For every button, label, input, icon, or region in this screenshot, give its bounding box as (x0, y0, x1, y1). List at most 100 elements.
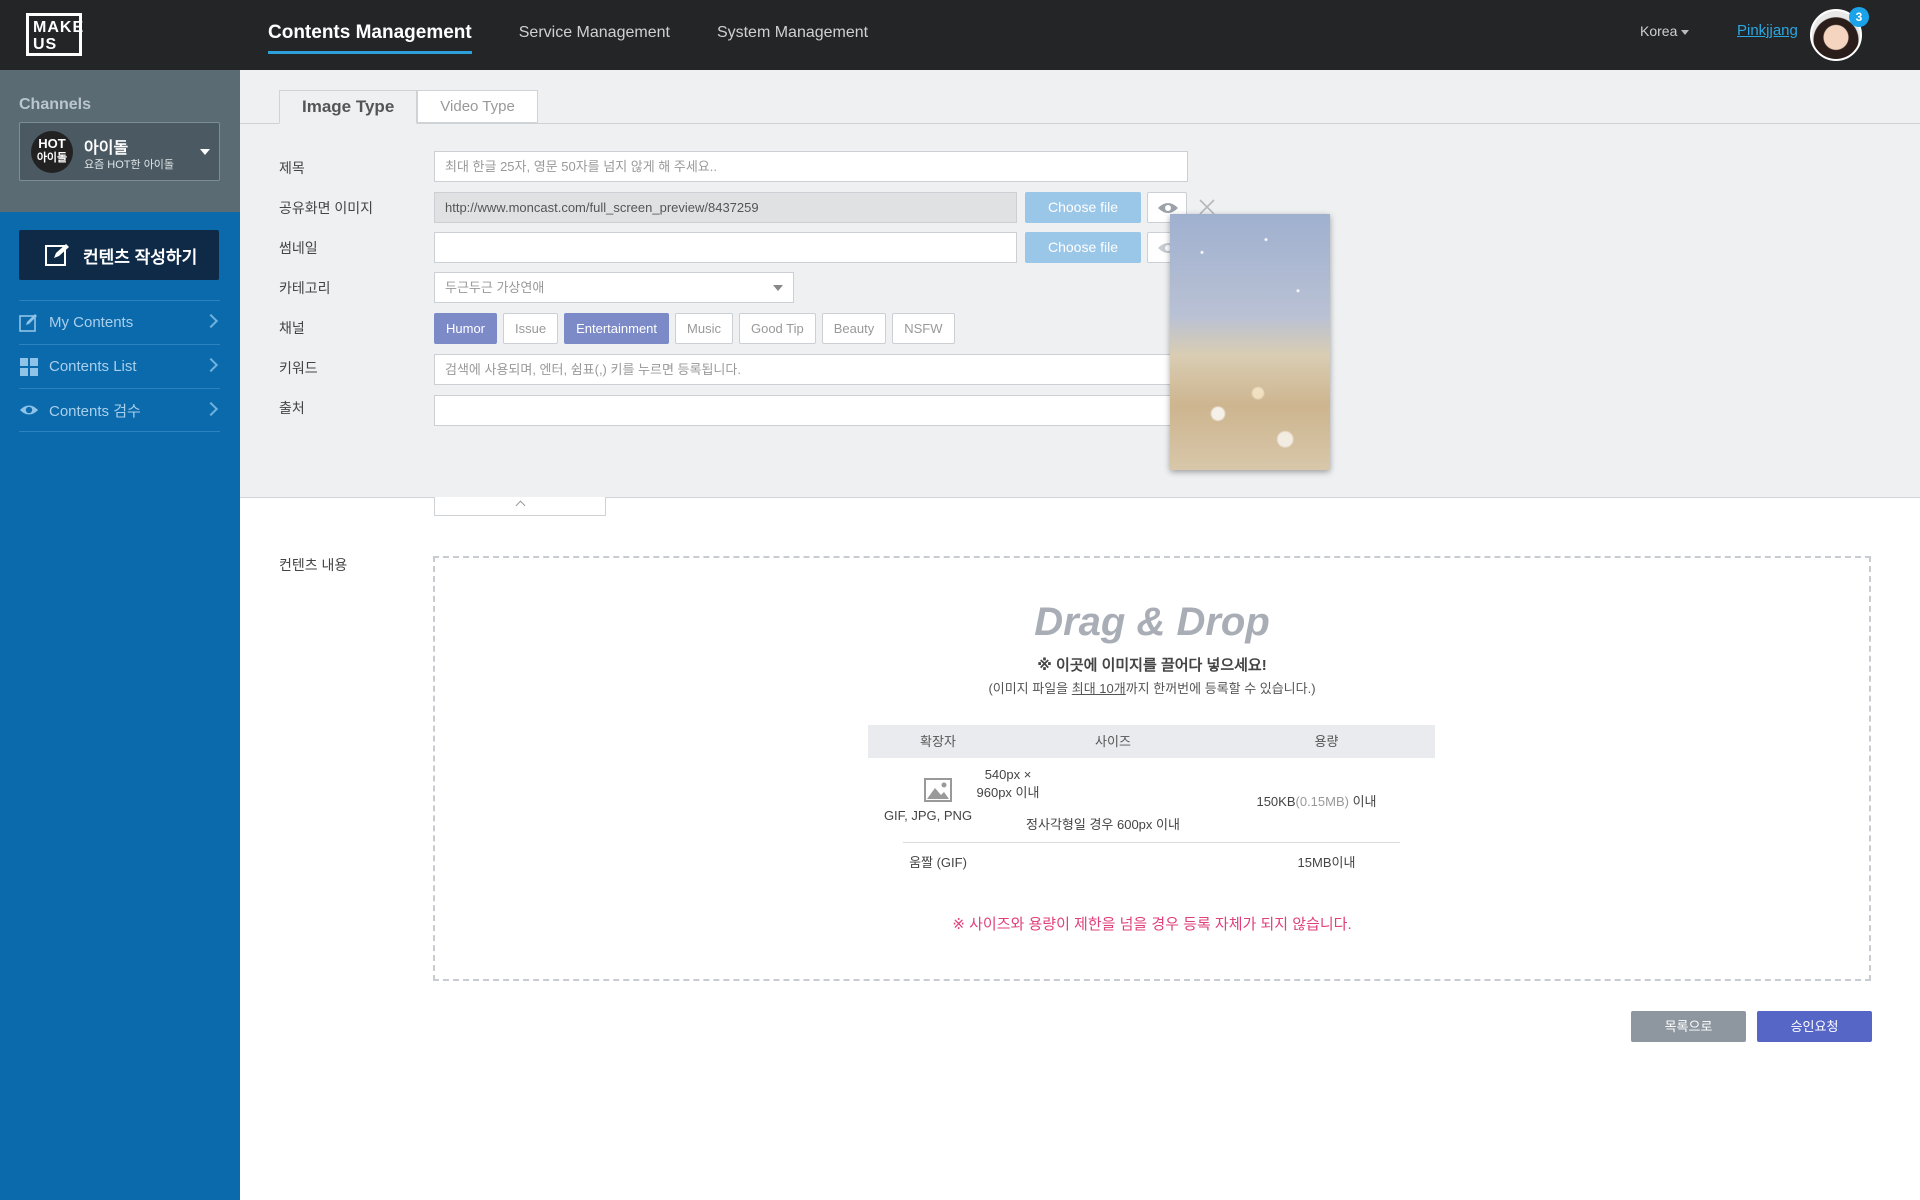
tab-image-type[interactable]: Image Type (279, 90, 418, 124)
row-capacity-muted: (0.15MB) (1295, 793, 1349, 809)
dropzone-note-post: 까지 한꺼번에 등록할 수 있습니다.) (1125, 681, 1316, 696)
dropzone-note-pre: (이미지 파일을 (988, 681, 1072, 696)
thumbnail-label: 썸네일 (279, 240, 318, 256)
region-select[interactable]: Korea (1640, 23, 1690, 39)
request-approval-button[interactable]: 승인요청 (1757, 1011, 1872, 1042)
caret-down-icon (1681, 29, 1690, 35)
image-icon (924, 777, 952, 802)
channel-chip-humor[interactable]: Humor (434, 313, 498, 344)
channel-chip-nsfw[interactable]: NSFW (892, 313, 955, 344)
nav-service-management[interactable]: Service Management (519, 0, 670, 70)
channel-chip-issue[interactable]: Issue (503, 313, 559, 344)
thumbnail-choose-file-button[interactable]: Choose file (1025, 232, 1141, 263)
content-body-label: 컨텐츠 내용 (279, 557, 348, 573)
channel-chip-entertainment[interactable]: Entertainment (564, 313, 670, 344)
username-link[interactable]: Pinkjjang (1737, 22, 1798, 39)
row2-capacity: 15MB이내 (1297, 854, 1356, 870)
collapse-form-toggle[interactable] (434, 497, 606, 516)
eye-icon (19, 405, 39, 415)
chevron-right-icon (203, 357, 219, 373)
row-extension-text: GIF, JPG, PNG (883, 807, 973, 823)
table-row: 움짤 (GIF) 15MB이내 (868, 843, 1435, 879)
makeus-logo[interactable]: MAKE US (26, 13, 85, 56)
channel-chips: Humor Issue Entertainment Music Good Tip… (434, 313, 961, 344)
image-dropzone[interactable]: Drag & Drop ※ 이곳에 이미지를 끌어다 넣으세요! (이미지 파일… (433, 556, 1871, 981)
sidebar-item-my-contents[interactable]: My Contents (19, 300, 220, 344)
channel-section: Channels HOT 아이돌 아이돌 요즘 HOT한 아이돌 (0, 70, 240, 212)
category-selected-value: 두근두근 가상연애 (445, 280, 545, 295)
category-select[interactable]: 두근두근 가상연애 (434, 272, 794, 303)
row-capacity-tail: 이내 (1348, 793, 1377, 809)
header-extension: 확장자 (920, 734, 956, 749)
notification-badge[interactable]: 3 (1849, 7, 1869, 27)
caret-down-icon (773, 285, 783, 291)
category-label: 카테고리 (279, 280, 331, 296)
nav-system-management[interactable]: System Management (717, 0, 868, 70)
logo-text-line1: MAKE (33, 19, 85, 36)
row-size: 540px × 960px 이내 정사각형일 경우 600px 이내 (973, 767, 1233, 833)
logo-text-line2: US (33, 36, 58, 53)
caret-down-icon (200, 149, 210, 155)
row-capacity-main: 150KB (1256, 793, 1296, 809)
size-warning: ※ 사이즈와 용량이 제한을 넘을 경우 등록 자체가 되지 않습니다. (952, 916, 1352, 933)
region-label: Korea (1640, 23, 1678, 39)
channel-label: 채널 (279, 320, 305, 336)
keyword-input[interactable]: 검색에 사용되며, 엔터, 쉼표(,) 키를 누르면 등록됩니다. (434, 354, 1188, 385)
channel-badge-line1: HOT (38, 136, 66, 151)
dropzone-note: (이미지 파일을 최대 10개까지 한꺼번에 등록할 수 있습니다.) (435, 678, 1869, 697)
thumbnail-url-field[interactable] (434, 232, 1017, 263)
channel-name: 아이돌 (84, 140, 129, 157)
share-image-url-field[interactable]: http://www.moncast.com/full_screen_previ… (434, 192, 1017, 223)
row-size-line1: 540px × 960px 이내 (976, 767, 1040, 800)
channel-badge: HOT 아이돌 (31, 131, 73, 173)
main-nav: Contents Management Service Management S… (268, 0, 915, 70)
row-extension: GIF, JPG, PNG (884, 777, 973, 823)
nav-contents-management[interactable]: Contents Management (268, 0, 472, 54)
row-size-line2: 정사각형일 경우 600px 이내 (1026, 817, 1180, 832)
header-size: 사이즈 (1095, 734, 1131, 749)
title-input[interactable]: 최대 한글 25자, 영문 50자를 넘지 않게 해 주세요.. (434, 151, 1188, 182)
sidebar-item-label: My Contents (49, 314, 134, 331)
edit-icon (45, 244, 69, 266)
dropzone-note-limit: 최대 10개 (1071, 681, 1126, 696)
grid-icon (20, 357, 38, 376)
chevron-right-icon (203, 401, 219, 417)
sidebar-item-contents-review[interactable]: Contents 검수 (19, 388, 220, 432)
sidebar: Channels HOT 아이돌 아이돌 요즘 HOT한 아이돌 컨텐츠 작성하… (0, 70, 240, 1200)
channel-chip-beauty[interactable]: Beauty (821, 313, 887, 344)
write-content-button[interactable]: 컨텐츠 작성하기 (19, 230, 219, 280)
share-image-label: 공유화면 이미지 (279, 200, 374, 216)
sidebar-item-label: Contents 검수 (49, 402, 141, 420)
header-capacity: 용량 (1314, 734, 1339, 749)
dropzone-instruction: ※ 이곳에 이미지를 끌어다 넣으세요! (1037, 657, 1267, 674)
channel-badge-line2: 아이돌 (36, 152, 68, 164)
keyword-label: 키워드 (279, 360, 318, 376)
row2-extension: 움짤 (GIF) (909, 854, 967, 870)
channels-label: Channels (19, 96, 92, 113)
title-label: 제목 (279, 160, 305, 176)
back-to-list-button[interactable]: 목록으로 (1631, 1011, 1746, 1042)
top-bar: MAKE US Contents Management Service Mana… (0, 0, 1920, 70)
dropzone-title: Drag & Drop (1034, 600, 1270, 644)
share-image-choose-file-button[interactable]: Choose file (1025, 192, 1141, 223)
table-row: GIF, JPG, PNG 540px × 960px 이내 정사각형일 경우 … (884, 758, 1400, 843)
channel-chip-good-tip[interactable]: Good Tip (738, 313, 816, 344)
channel-subtitle: 요즘 HOT한 아이돌 (84, 159, 175, 171)
row-capacity: 150KB(0.15MB) 이내 (1233, 791, 1400, 810)
type-tabs: Image Type Video Type (279, 90, 538, 124)
tab-video-type[interactable]: Video Type (417, 90, 538, 123)
source-label: 출처 (279, 400, 305, 416)
chevron-up-icon (515, 500, 526, 511)
source-input[interactable] (434, 395, 1188, 426)
sidebar-item-label: Contents List (49, 358, 137, 375)
side-menu: My Contents Contents List Contents 검수 (19, 300, 220, 432)
write-content-label: 컨텐츠 작성하기 (83, 247, 198, 267)
content-form-panel: Image Type Video Type 제목 최대 한글 25자, 영문 5… (240, 70, 1920, 498)
file-spec-header: 확장자 사이즈 용량 (868, 725, 1435, 758)
eye-icon (1158, 203, 1178, 213)
sidebar-item-contents-list[interactable]: Contents List (19, 344, 220, 388)
chevron-right-icon (203, 313, 219, 329)
channel-chip-music[interactable]: Music (675, 313, 733, 344)
channel-select[interactable]: HOT 아이돌 아이돌 요즘 HOT한 아이돌 (19, 122, 220, 181)
share-image-preview-popup (1170, 214, 1330, 470)
